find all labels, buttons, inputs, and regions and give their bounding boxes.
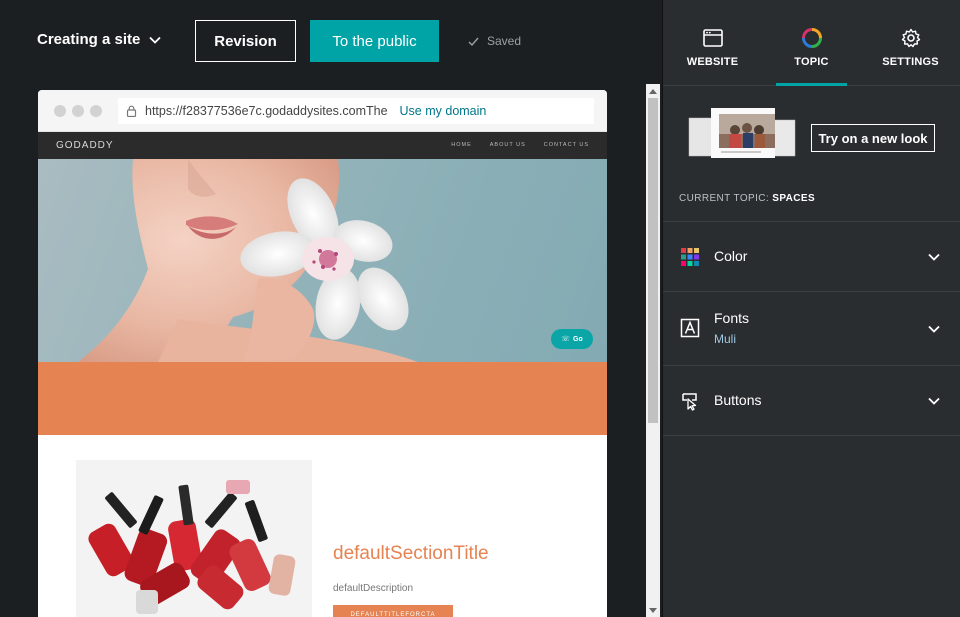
window-dots: [54, 105, 102, 117]
url-text: https://f28377536e7c.godaddysites.comThe: [145, 104, 388, 118]
current-topic: CURRENT TOPIC: SPACES: [679, 193, 815, 204]
site-nav-contact[interactable]: CONTACT US: [544, 142, 589, 148]
section-cta-button[interactable]: DEFAULTTITLEFORCTA: [333, 605, 453, 617]
button-icon: [682, 393, 697, 411]
buttons-accordion[interactable]: Buttons: [663, 366, 960, 436]
go-label: Go: [573, 335, 583, 343]
saved-status: Saved: [468, 34, 521, 48]
saved-label: Saved: [487, 34, 522, 48]
chevron-down-icon: [928, 253, 940, 261]
current-topic-value: SPACES: [772, 193, 816, 204]
browser-bar: https://f28377536e7c.godaddysites.comThe…: [38, 90, 607, 132]
theme-thumbnails: [687, 108, 797, 168]
design-panel: WEBSITE TOPIC SETTINGS Try on a new look…: [662, 0, 960, 617]
theme-section: Try on a new look CURRENT TOPIC: SPACES: [663, 86, 960, 222]
url-bar: https://f28377536e7c.godaddysites.comThe…: [118, 98, 594, 124]
palette-grid-icon: [681, 248, 699, 266]
color-title: Color: [714, 248, 748, 264]
site-selector-label: Creating a site: [37, 31, 141, 48]
scroll-up-arrow-icon[interactable]: [649, 89, 657, 94]
go-button[interactable]: ☏ Go: [551, 329, 593, 349]
try-new-look-button[interactable]: Try on a new look: [811, 124, 935, 152]
color-ring-icon: [801, 28, 822, 48]
site-nav-about[interactable]: ABOUT US: [490, 142, 526, 148]
revision-button[interactable]: Revision: [195, 20, 296, 62]
hero-image: ☏ Go: [38, 159, 607, 362]
check-icon: [468, 37, 479, 46]
scroll-thumb[interactable]: [648, 98, 658, 423]
site-logo: GODADDY: [56, 140, 114, 151]
tab-website-label: WEBSITE: [686, 56, 739, 68]
use-my-domain-link[interactable]: Use my domain: [400, 104, 487, 118]
tab-website[interactable]: WEBSITE: [663, 0, 762, 86]
lock-icon: [126, 105, 137, 117]
site-nav-home[interactable]: HOME: [451, 142, 472, 148]
chevron-down-icon: [928, 397, 940, 405]
tab-topic[interactable]: TOPIC: [762, 0, 861, 86]
site-nav-links: HOME ABOUT US CONTACT US: [451, 142, 589, 148]
panel-tabs: WEBSITE TOPIC SETTINGS: [663, 0, 960, 86]
current-topic-label: CURRENT TOPIC:: [679, 193, 770, 204]
chevron-down-icon: [149, 36, 162, 44]
tab-settings[interactable]: SETTINGS: [861, 0, 960, 86]
site-preview[interactable]: https://f28377536e7c.godaddysites.comThe…: [38, 90, 607, 617]
editor-topbar: Creating a site Revision To the public S…: [0, 0, 662, 84]
preview-scrollbar[interactable]: [646, 84, 660, 617]
section-description: defaultDescription: [333, 583, 414, 594]
fonts-accordion[interactable]: Fonts Muli: [663, 292, 960, 366]
site-navbar: GODADDY HOME ABOUT US CONTACT US: [38, 132, 607, 159]
chevron-down-icon: [928, 325, 940, 333]
section-title: defaultSectionTitle: [333, 543, 489, 564]
content-section: defaultSectionTitle defaultDescription D…: [38, 435, 607, 617]
nail-polish-image: [76, 460, 312, 617]
tab-settings-label: SETTINGS: [882, 56, 939, 68]
browser-window-icon: [702, 29, 723, 47]
font-icon: [680, 318, 700, 338]
publish-button[interactable]: To the public: [310, 20, 439, 62]
accent-band: [38, 362, 607, 435]
scroll-down-arrow-icon[interactable]: [649, 608, 657, 613]
tab-topic-label: TOPIC: [794, 56, 829, 68]
buttons-title: Buttons: [714, 392, 762, 408]
site-selector-dropdown[interactable]: Creating a site: [37, 31, 162, 48]
color-accordion[interactable]: Color: [663, 222, 960, 292]
fonts-title: Fonts: [714, 310, 750, 326]
go-icon: ☏: [561, 336, 571, 343]
fonts-subtitle: Muli: [714, 332, 737, 346]
gear-icon: [901, 28, 920, 48]
